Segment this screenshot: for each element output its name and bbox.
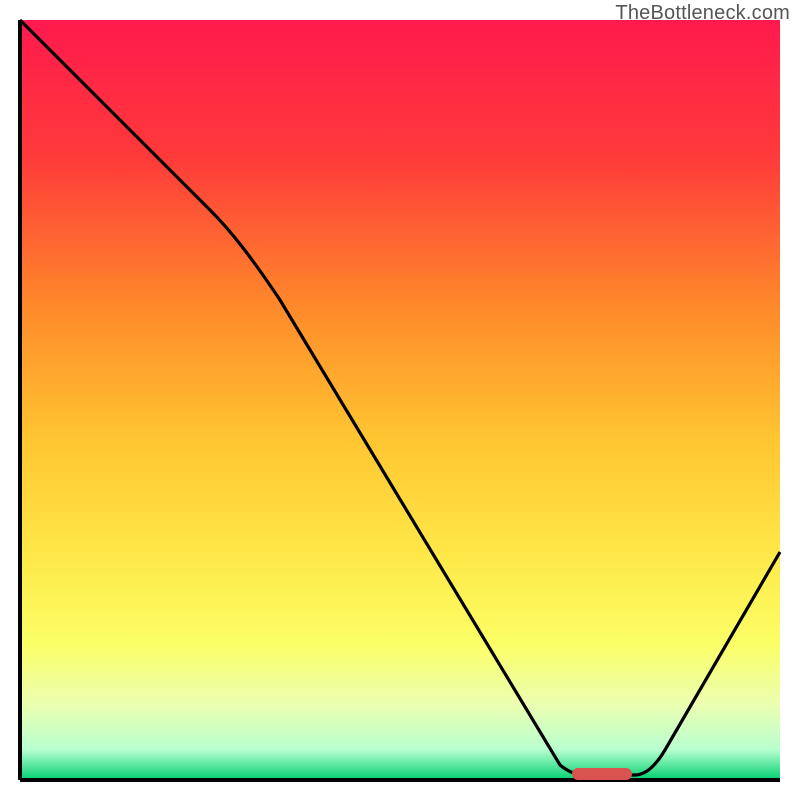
- chart-stage: TheBottleneck.com: [0, 0, 800, 800]
- bottleneck-chart: [0, 0, 800, 800]
- watermark-text: TheBottleneck.com: [615, 2, 790, 25]
- optimal-marker: [572, 768, 632, 780]
